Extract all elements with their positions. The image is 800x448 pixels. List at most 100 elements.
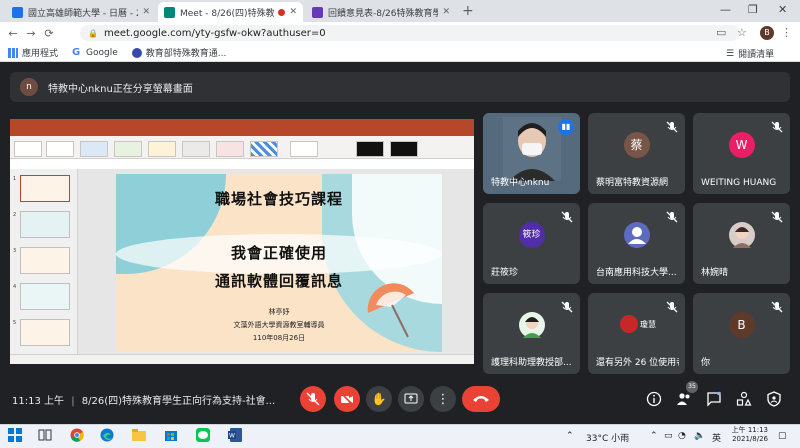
google-g-icon: G bbox=[72, 46, 81, 58]
tab-calendar[interactable]: 國立高雄師範大學 - 日曆 - 2021 ✕ bbox=[6, 2, 156, 22]
reload-icon[interactable]: ⟳ bbox=[40, 27, 58, 40]
meet-icon bbox=[164, 6, 175, 18]
mic-off-icon bbox=[770, 299, 784, 313]
participant-photo-icon bbox=[620, 315, 638, 333]
participant-tile[interactable]: 護理科助理教授部... bbox=[483, 293, 580, 374]
more-options-button[interactable]: ⋮ bbox=[430, 386, 456, 412]
raise-hand-button[interactable]: ✋ bbox=[366, 386, 392, 412]
participant-tile[interactable]: W WEITING HUANG bbox=[693, 113, 790, 194]
mic-off-icon bbox=[770, 209, 784, 223]
participant-avatar: 筱珍 bbox=[518, 222, 545, 249]
participant-photo-icon bbox=[728, 222, 755, 249]
new-tab-button[interactable]: + bbox=[462, 3, 474, 19]
participant-tile[interactable]: 筱珍 莊筱珍 bbox=[483, 203, 580, 284]
close-icon[interactable]: ✕ bbox=[289, 7, 297, 17]
file-explorer-icon[interactable] bbox=[132, 428, 146, 442]
slide-thumbnail[interactable]: 4 bbox=[13, 283, 70, 310]
chat-icon[interactable] bbox=[706, 391, 722, 407]
camera-in-use-icon[interactable]: ▭ bbox=[716, 26, 726, 39]
windows-start-icon[interactable] bbox=[8, 428, 22, 442]
leave-call-button[interactable] bbox=[462, 386, 500, 412]
slide-thumbnail[interactable]: 1 bbox=[13, 175, 70, 202]
participant-tile[interactable]: 台南應用科技大學... bbox=[588, 203, 685, 284]
weather-widget[interactable]: 33°C 小雨 bbox=[586, 431, 629, 444]
people-icon[interactable] bbox=[676, 391, 692, 407]
more-vert-icon: ⋮ bbox=[436, 391, 450, 407]
slide-thumbnail[interactable]: 3 bbox=[13, 247, 70, 274]
store-icon[interactable] bbox=[164, 428, 178, 442]
recording-dot-icon bbox=[278, 8, 286, 16]
menu-icon[interactable]: ⋮ bbox=[781, 26, 792, 39]
usb-icon[interactable]: ▭ bbox=[664, 431, 673, 441]
minimize-icon[interactable]: — bbox=[720, 3, 731, 16]
theme-swatch bbox=[14, 141, 42, 157]
host-controls-icon[interactable] bbox=[766, 391, 782, 407]
show-hidden-icons[interactable]: ⌃ bbox=[650, 431, 658, 441]
bookmark-special-ed[interactable]: 教育部特殊教育通... bbox=[131, 46, 226, 59]
meeting-details-icon[interactable] bbox=[646, 391, 662, 407]
camera-off-icon bbox=[340, 392, 354, 406]
present-now-button[interactable] bbox=[398, 386, 424, 412]
address-bar[interactable]: 🔒 meet.google.com/yty-gsfw-okw?authuser=… bbox=[80, 25, 740, 41]
participant-tile-self[interactable]: B 你 bbox=[693, 293, 790, 374]
toggle-mic-button[interactable] bbox=[300, 386, 326, 412]
wifi-icon[interactable]: ◔ bbox=[678, 431, 686, 441]
theme-swatch bbox=[216, 141, 244, 157]
slide-title: 職場社會技巧課程 bbox=[214, 190, 343, 208]
mic-off-icon bbox=[665, 209, 679, 223]
mic-off-icon bbox=[560, 209, 574, 223]
theme-swatch bbox=[114, 141, 142, 157]
toggle-camera-button[interactable] bbox=[334, 386, 360, 412]
powerpoint-ribbon bbox=[10, 129, 474, 159]
clock-time: 上午 11:13 bbox=[731, 426, 768, 434]
system-clock[interactable]: 上午 11:13 2021/8/26 bbox=[728, 426, 768, 444]
forward-icon[interactable]: → bbox=[22, 27, 40, 40]
bookmark-apps[interactable]: 應用程式 bbox=[8, 46, 58, 59]
slide-thumbnails: 1 2 3 4 5 bbox=[10, 169, 78, 354]
shared-screen: 1 2 3 4 5 職場社會技巧課程 我會正確使用 通訊軟體回覆訊息 林亭妤 文… bbox=[10, 119, 474, 364]
input-method-indicator[interactable]: 英 bbox=[712, 431, 721, 444]
activities-icon[interactable] bbox=[736, 391, 752, 407]
task-view-icon[interactable] bbox=[38, 428, 52, 442]
chrome-icon[interactable] bbox=[70, 428, 84, 442]
lock-icon: 🔒 bbox=[88, 28, 98, 38]
slide-thumbnail[interactable]: 5 bbox=[13, 319, 70, 346]
close-icon[interactable]: ✕ bbox=[442, 7, 450, 17]
bookmark-google[interactable]: G Google bbox=[72, 46, 118, 58]
calendar-icon bbox=[12, 6, 23, 18]
word-icon[interactable]: W bbox=[228, 428, 242, 442]
present-screen-icon bbox=[404, 393, 418, 404]
theme-swatch bbox=[250, 141, 278, 157]
theme-swatch bbox=[182, 141, 210, 157]
back-icon[interactable]: ← bbox=[4, 27, 22, 40]
edge-icon[interactable] bbox=[100, 428, 114, 442]
theme-swatch bbox=[46, 141, 74, 157]
maximize-icon[interactable]: ❐ bbox=[748, 3, 758, 16]
reading-list-button[interactable]: ☰ 閱讀清單 bbox=[726, 47, 774, 61]
volume-icon[interactable]: 🔈 bbox=[694, 431, 705, 441]
participant-tile[interactable]: 蔡 蔡明富特教資源網 bbox=[588, 113, 685, 194]
slide-thumbnail[interactable]: 2 bbox=[13, 211, 70, 238]
tab-meet[interactable]: Meet - 8/26(四)特殊教育學 ✕ bbox=[158, 2, 303, 22]
notification-icon[interactable]: ▢ bbox=[778, 431, 787, 441]
mic-off-icon bbox=[665, 119, 679, 133]
bookmark-star-icon[interactable]: ☆ bbox=[737, 26, 747, 39]
participant-tile[interactable]: 瓊慧 還有另外 26 位使用者 bbox=[588, 293, 685, 374]
current-slide: 職場社會技巧課程 我會正確使用 通訊軟體回覆訊息 林亭妤 文藻外語大學資源教室輔… bbox=[116, 174, 442, 352]
person-avatar-icon bbox=[623, 222, 650, 249]
hand-icon: ✋ bbox=[371, 392, 387, 406]
close-window-icon[interactable]: ✕ bbox=[778, 3, 787, 16]
participant-tile[interactable]: ▮▮ 特教中心nknu bbox=[483, 113, 580, 194]
participant-tile[interactable]: 林婉晴 bbox=[693, 203, 790, 284]
close-icon[interactable]: ✕ bbox=[142, 7, 150, 17]
tab-feedback-form[interactable]: 回饋意見表-8/26特殊教育學生正 ✕ bbox=[306, 2, 456, 22]
profile-avatar[interactable]: B bbox=[760, 26, 774, 40]
moe-icon bbox=[131, 47, 142, 58]
theme-swatch bbox=[80, 141, 108, 157]
line-app-icon[interactable] bbox=[196, 428, 210, 442]
presenter-banner: n 特教中心nknu正在分享螢幕畫面 bbox=[10, 72, 790, 102]
participant-avatar: 蔡 bbox=[623, 132, 650, 159]
mic-off-icon bbox=[560, 299, 574, 313]
network-people-icon[interactable]: ⌃ bbox=[566, 431, 574, 441]
participant-avatar-label: 瓊慧 bbox=[640, 320, 656, 329]
